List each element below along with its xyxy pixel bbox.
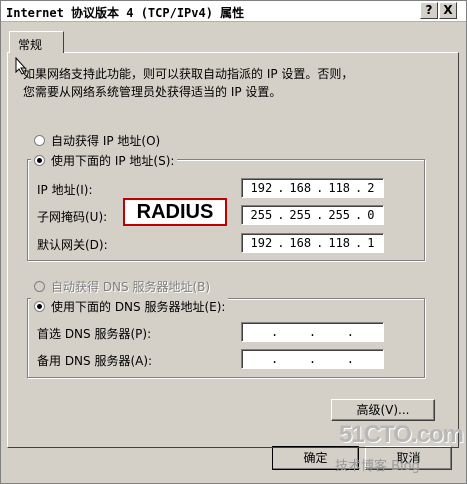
close-button[interactable]: X [439,2,457,19]
title-bar[interactable]: Internet 协议版本 4 (TCP/IPv4) 属性 ? X [1,1,466,22]
help-button[interactable]: ? [420,2,438,19]
window-title: Internet 协议版本 4 (TCP/IPv4) 属性 [6,6,245,20]
radius-annotation: RADIUS [123,198,227,226]
ip-properties-dialog: Internet 协议版本 4 (TCP/IPv4) 属性 ? X 常规 如果网… [0,0,467,484]
tab-general[interactable]: 常规 [9,31,64,53]
general-tab-panel [7,52,459,448]
cancel-button[interactable]: 取消 [365,446,452,470]
tab-general-label: 常规 [18,38,43,52]
ok-button[interactable]: 确定 [272,446,359,470]
